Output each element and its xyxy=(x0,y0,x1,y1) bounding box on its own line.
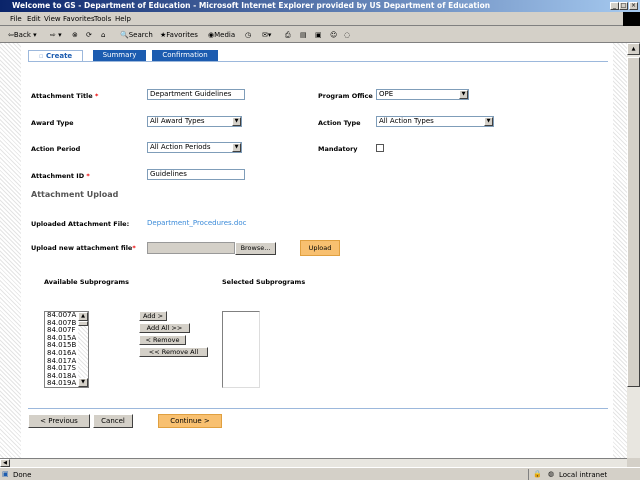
scroll-left-icon[interactable]: ◀ xyxy=(0,459,10,467)
close-button[interactable]: × xyxy=(629,2,638,10)
attachment-id-label: Attachment ID * xyxy=(31,172,90,180)
research-icon[interactable]: ◌ xyxy=(344,31,350,39)
edit-icon[interactable]: ▤ xyxy=(300,31,307,39)
print-icon[interactable]: ⎙ xyxy=(285,31,291,40)
action-type-select[interactable]: All Action Types ▼ xyxy=(376,116,494,127)
chevron-down-icon: ▼ xyxy=(484,117,493,126)
zone-text: Local intranet xyxy=(559,471,608,479)
footer-divider xyxy=(28,408,608,409)
favorites-button[interactable]: ★Favorites xyxy=(160,31,198,39)
menu-help[interactable]: Help xyxy=(115,15,131,23)
program-office-label: Program Office xyxy=(318,92,373,100)
program-office-select[interactable]: OPE ▼ xyxy=(376,89,469,100)
mandatory-label: Mandatory xyxy=(318,145,358,153)
mail-icon[interactable]: ✉▾ xyxy=(262,31,271,39)
status-divider xyxy=(528,469,529,480)
window-title: Welcome to GS - Department of Education … xyxy=(12,1,491,10)
upload-button[interactable]: Upload xyxy=(300,240,340,256)
add-all-button[interactable]: Add All >> xyxy=(139,323,190,333)
title-bar: Welcome to GS - Department of Education … xyxy=(0,0,640,12)
browse-button[interactable]: Browse... xyxy=(235,242,276,255)
stop-icon[interactable]: ⊗ xyxy=(72,31,78,39)
tab-divider xyxy=(28,61,608,62)
file-path-input[interactable] xyxy=(147,242,235,254)
scroll-up-icon[interactable]: ▲ xyxy=(78,312,88,321)
list-scrollbar[interactable]: ▲ ▼ xyxy=(78,312,88,387)
add-button[interactable]: Add > xyxy=(139,311,167,321)
lock-icon: 🔒 xyxy=(533,470,542,478)
selected-subprograms-list[interactable] xyxy=(222,311,260,388)
attachment-upload-heading: Attachment Upload xyxy=(31,190,119,199)
scroll-down-icon[interactable]: ▼ xyxy=(78,378,88,387)
cancel-button[interactable]: Cancel xyxy=(93,414,133,428)
uploaded-file-link[interactable]: Department_Procedures.doc xyxy=(147,219,246,227)
toolbar: ⇦Back ▾ ⇨ ▾ ⊗ ⟳ ⌂ 🔍Search ★Favorites ◉Me… xyxy=(0,27,640,43)
status-text: Done xyxy=(13,471,32,479)
history-icon[interactable]: ◷ xyxy=(245,31,251,39)
attachment-title-input[interactable]: Department Guidelines xyxy=(147,89,245,100)
upload-new-label: Upload new attachment file* xyxy=(31,244,136,252)
available-subprograms-label: Available Subprograms xyxy=(44,278,129,286)
status-bar: ▣ Done 🔒 ◍ Local intranet xyxy=(0,467,640,480)
menu-tools[interactable]: Tools xyxy=(94,15,111,23)
selected-subprograms-label: Selected Subprograms xyxy=(222,278,306,286)
ie-page-icon: ▣ xyxy=(2,470,9,478)
intranet-icon: ◍ xyxy=(548,470,555,478)
chevron-down-icon: ▼ xyxy=(232,143,241,152)
tab-confirmation[interactable]: Confirmation xyxy=(152,50,218,61)
previous-button[interactable]: < Previous xyxy=(28,414,90,428)
action-type-label: Action Type xyxy=(318,119,361,127)
available-subprograms-list[interactable]: 84.007A 84.007B 84.007F 84.015A 84.015B … xyxy=(44,311,89,388)
chevron-down-icon: ▼ xyxy=(459,90,468,99)
horizontal-scrollbar[interactable]: ◀ xyxy=(0,458,627,467)
action-period-label: Action Period xyxy=(31,145,81,153)
menu-favorites[interactable]: Favorites xyxy=(63,15,95,23)
page-content: ▫ Create Summary Confirmation Attachment… xyxy=(0,43,627,458)
remove-all-button[interactable]: << Remove All xyxy=(139,347,208,357)
windows-logo-icon xyxy=(623,12,640,26)
menu-edit[interactable]: Edit xyxy=(27,15,41,23)
search-button[interactable]: 🔍Search xyxy=(120,31,153,39)
media-button[interactable]: ◉Media xyxy=(208,31,235,39)
menu-file[interactable]: File xyxy=(10,15,22,23)
scroll-thumb[interactable] xyxy=(78,321,88,326)
mandatory-checkbox[interactable] xyxy=(376,144,384,152)
discuss-icon[interactable]: ▣ xyxy=(315,31,322,39)
refresh-icon[interactable]: ⟳ xyxy=(86,31,92,39)
uploaded-file-label: Uploaded Attachment File: xyxy=(31,220,130,228)
scroll-up-icon[interactable]: ▲ xyxy=(627,43,640,55)
right-margin xyxy=(613,43,627,458)
continue-button[interactable]: Continue > xyxy=(158,414,222,428)
award-type-select[interactable]: All Award Types ▼ xyxy=(147,116,242,127)
maximize-button[interactable]: □ xyxy=(619,2,628,10)
remove-button[interactable]: < Remove xyxy=(139,335,186,345)
left-margin xyxy=(0,43,21,458)
menu-view[interactable]: View xyxy=(44,15,61,23)
menu-bar: File Edit View Favorites Tools Help xyxy=(0,12,640,26)
attachment-title-label: Attachment Title * xyxy=(31,92,99,100)
messenger-icon[interactable]: ☺ xyxy=(330,31,337,39)
forward-button[interactable]: ⇨ ▾ xyxy=(50,31,62,39)
scroll-thumb[interactable] xyxy=(627,57,640,387)
back-button[interactable]: ⇦Back ▾ xyxy=(8,31,37,39)
vertical-scrollbar[interactable]: ▲ xyxy=(627,43,640,458)
tab-summary[interactable]: Summary xyxy=(93,50,146,61)
award-type-label: Award Type xyxy=(31,119,74,127)
minimize-button[interactable]: _ xyxy=(610,2,619,10)
attachment-id-input[interactable]: Guidelines xyxy=(147,169,245,180)
action-period-select[interactable]: All Action Periods ▼ xyxy=(147,142,242,153)
home-icon[interactable]: ⌂ xyxy=(101,31,105,39)
chevron-down-icon: ▼ xyxy=(232,117,241,126)
